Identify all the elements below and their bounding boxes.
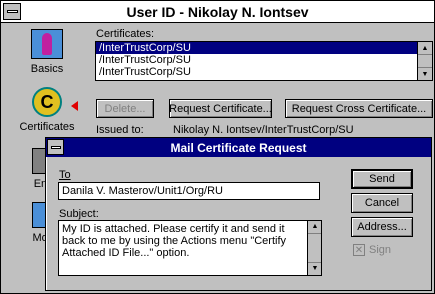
checkbox-checked-icon: ✕ [353, 244, 365, 256]
request-certificate-button[interactable]: Request Certificate... [169, 99, 272, 118]
window-title: User ID - Nikolay N. Iontsev [126, 3, 309, 20]
subject-textarea[interactable]: My ID is attached. Please certify it and… [58, 220, 322, 276]
scroll-up-arrow-icon[interactable]: ▲ [308, 221, 321, 234]
nav-label-basics: Basics [30, 63, 64, 75]
certificates-list[interactable]: /InterTrustCorp/SU /InterTrustCorp/SU /I… [95, 41, 433, 81]
request-cross-certificate-button[interactable]: Request Cross Certificate... [285, 99, 433, 118]
send-button[interactable]: Send [351, 169, 413, 189]
issued-to-value: Nikolay N. Iontsev/InterTrustCorp/SU [173, 124, 354, 136]
nav-item-certificates[interactable]: C Certificates [17, 87, 77, 133]
subject-text: My ID is attached. Please certify it and… [62, 223, 287, 259]
to-label: To [59, 169, 71, 181]
subject-label: Subject: [59, 208, 99, 220]
certificates-scrollbar[interactable]: ▲ ▼ [417, 42, 432, 80]
window-titlebar[interactable]: User ID - Nikolay N. Iontsev [1, 1, 434, 23]
nav-label-certificates: Certificates [19, 121, 75, 133]
certificate-row[interactable]: /InterTrustCorp/SU [96, 66, 432, 78]
person-icon [31, 29, 63, 59]
sign-checkbox[interactable]: ✕ Sign [353, 244, 391, 256]
subject-scrollbar[interactable]: ▲ ▼ [307, 221, 321, 275]
to-field[interactable]: Danila V. Masterov/Unit1/Org/RU [58, 182, 320, 200]
certificate-seal-icon: C [32, 87, 62, 117]
system-menu-icon[interactable] [3, 3, 21, 20]
cancel-button[interactable]: Cancel [351, 193, 413, 213]
certificate-row[interactable]: /InterTrustCorp/SU [96, 54, 432, 66]
certificate-row[interactable]: /InterTrustCorp/SU [96, 42, 432, 54]
mail-certificate-request-dialog: Mail Certificate Request To Danila V. Ma… [45, 137, 432, 291]
dialog-title: Mail Certificate Request [170, 140, 307, 155]
dialog-system-menu-icon[interactable] [47, 139, 64, 155]
certificates-label: Certificates: [96, 28, 155, 40]
selected-arrow-icon [71, 101, 78, 111]
nav-item-basics[interactable]: Basics [17, 29, 77, 75]
sign-label: Sign [369, 244, 392, 256]
delete-button[interactable]: Delete... [96, 99, 154, 118]
scroll-up-arrow-icon[interactable]: ▲ [418, 42, 432, 55]
scroll-down-arrow-icon[interactable]: ▼ [308, 262, 321, 275]
dialog-titlebar[interactable]: Mail Certificate Request [46, 138, 431, 157]
scroll-down-arrow-icon[interactable]: ▼ [418, 67, 432, 80]
issued-to-label: Issued to: [96, 124, 144, 136]
address-button[interactable]: Address... [351, 217, 413, 237]
